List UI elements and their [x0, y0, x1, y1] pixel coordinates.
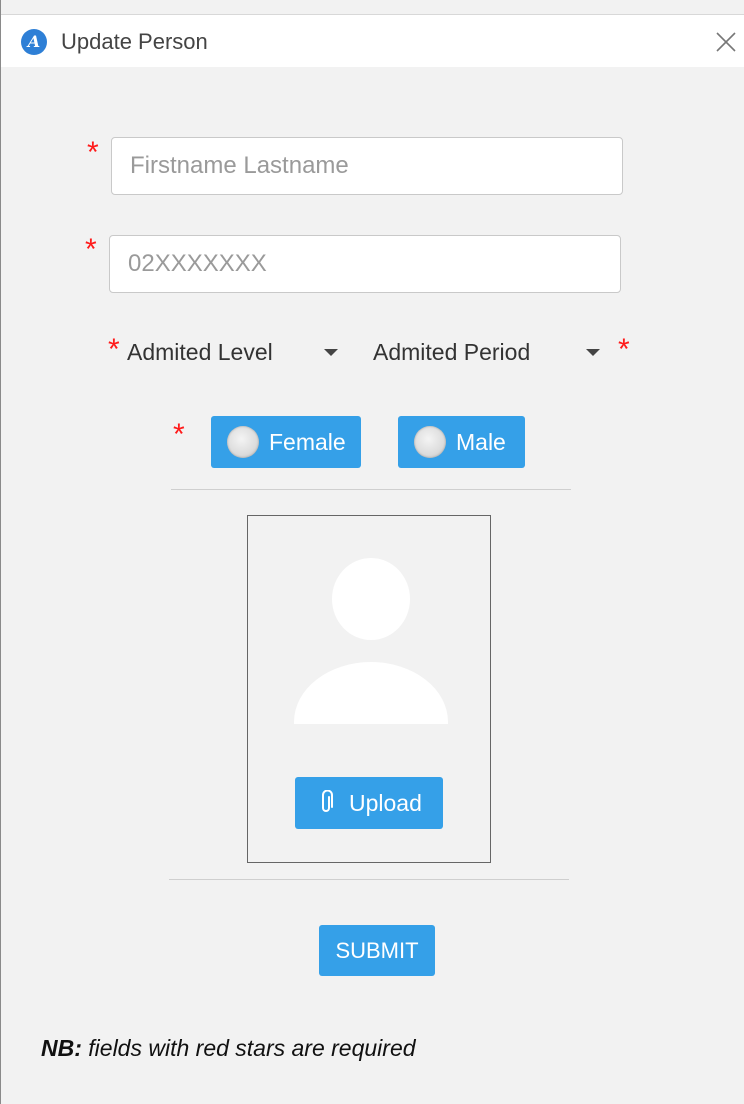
submit-button[interactable]: SUBMIT — [319, 925, 435, 976]
update-person-window: A Update Person * * * Admited Level Admi… — [0, 0, 744, 1104]
caret-down-icon — [324, 349, 338, 356]
female-radio-button[interactable]: Female — [211, 416, 361, 468]
radio-icon — [414, 426, 446, 458]
required-star-gender: * — [173, 418, 185, 451]
required-star-level: * — [108, 333, 120, 366]
phone-input[interactable] — [109, 235, 621, 293]
upload-label: Upload — [349, 790, 422, 816]
paperclip-icon — [322, 790, 333, 812]
radio-icon — [227, 426, 259, 458]
divider-top — [171, 489, 571, 490]
admitted-period-select[interactable]: Admited Period — [373, 332, 603, 372]
male-label: Male — [456, 429, 506, 455]
full-name-input[interactable] — [111, 137, 623, 195]
required-star-period: * — [618, 333, 630, 366]
avatar-body — [294, 662, 448, 724]
avatar-head — [332, 558, 410, 640]
required-star-phone: * — [85, 233, 97, 266]
required-fields-note: NB: fields with red stars are required — [41, 1033, 416, 1063]
female-label: Female — [269, 429, 346, 455]
note-text: fields with red stars are required — [81, 1035, 416, 1061]
admitted-level-select[interactable]: Admited Level — [127, 332, 347, 372]
window-title: Update Person — [61, 29, 208, 54]
caret-down-icon — [586, 349, 600, 356]
close-icon[interactable] — [713, 29, 739, 55]
photo-frame: Upload — [247, 515, 491, 863]
note-prefix: NB: — [41, 1035, 82, 1061]
title-bar: A Update Person — [1, 14, 744, 67]
male-radio-button[interactable]: Male — [398, 416, 525, 468]
admitted-level-label: Admited Level — [127, 339, 273, 365]
app-logo-icon: A — [21, 29, 47, 55]
divider-bottom — [169, 879, 569, 880]
admitted-period-label: Admited Period — [373, 339, 531, 365]
upload-button[interactable]: Upload — [295, 777, 443, 829]
required-star-name: * — [87, 136, 99, 169]
